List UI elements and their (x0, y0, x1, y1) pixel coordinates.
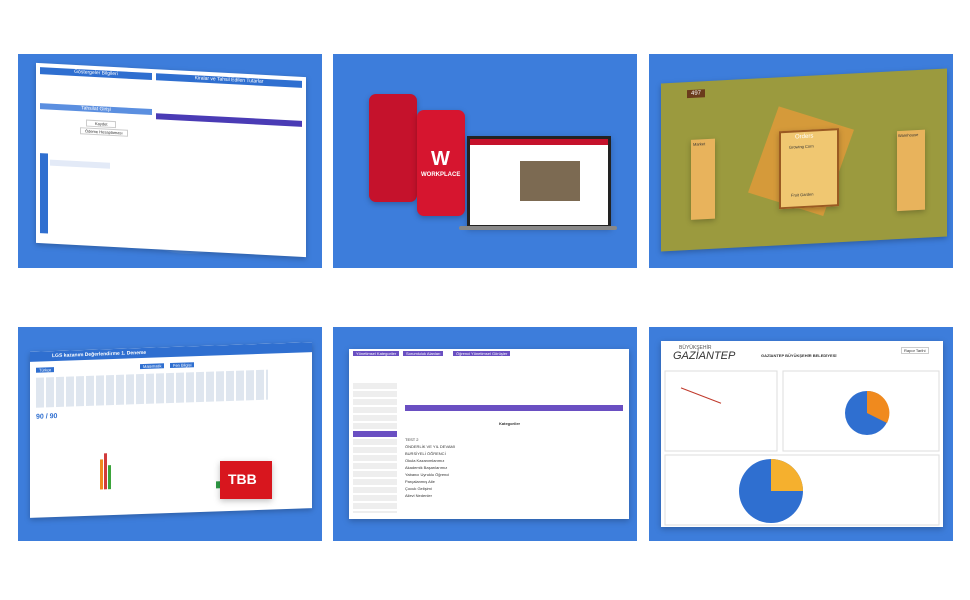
categories-heading: Kategoriler (499, 421, 521, 426)
phone-back (369, 94, 417, 202)
list-item[interactable]: Ailevi Nedenler (405, 493, 615, 500)
tab-admin[interactable]: Yönetimsel Kategoriler (353, 351, 400, 356)
left-list[interactable] (353, 383, 397, 513)
left-title: Göstergeler Bilgileri (40, 67, 152, 81)
growing-label: Growing Corn (789, 143, 814, 150)
tab-math[interactable]: Matematik (140, 363, 165, 370)
laptop-screen (467, 136, 611, 228)
tile-gaziantep-report: BÜYÜKŞEHİR GAZİANTEP GAZİANTEP BÜYÜKŞEHİ… (649, 327, 953, 541)
tbb-logo: TBB (220, 461, 272, 499)
logo-text: TBB (228, 471, 257, 487)
action-bar (405, 405, 623, 411)
bar-b (104, 453, 107, 490)
tab-turkish[interactable]: Türkçe (36, 367, 55, 373)
tab-student-views[interactable]: Öğrenci Yönetimsel Görüşler (453, 351, 511, 356)
highlight-row (50, 159, 110, 169)
report-screen: BÜYÜKŞEHİR GAZİANTEP GAZİANTEP BÜYÜKŞEHİ… (661, 341, 943, 527)
market-panel[interactable]: Market (691, 138, 715, 220)
market-label: Market (693, 141, 706, 147)
list-item[interactable]: Akademik Başarılarımız (405, 465, 615, 472)
laptop-base (459, 226, 617, 230)
game-screen: 497 Orders Growing Corn Fruit Garden Mar… (661, 68, 947, 252)
orders-title: Orders (795, 133, 814, 141)
tile-workplace: W WORKPLACE (333, 54, 637, 268)
section-title: Tahsilat Girişi (40, 103, 152, 116)
bar-a (100, 459, 103, 490)
line-chart (664, 370, 940, 526)
coin-counter: 497 (687, 89, 706, 99)
list-item[interactable]: Yabancı Uyruklu Öğrenci (405, 472, 615, 479)
score: 90 / 90 (36, 412, 58, 421)
tab-science[interactable]: Fen Bilgisi (170, 362, 195, 369)
list-item[interactable]: ÖNDERLİK VE YIL DEVAMI (405, 444, 615, 451)
tile-farm-game: 497 Orders Growing Corn Fruit Garden Mar… (649, 54, 953, 268)
warehouse-panel[interactable]: Warehouse (897, 129, 925, 212)
list-item[interactable]: TEST 2 (405, 437, 615, 444)
bar-c (108, 465, 111, 490)
screen: Göstergeler Bilgileri Kiralar ve Tahsil … (36, 62, 306, 258)
admin-screen: Yönetimsel Kategoriler Sorumluluk Alanla… (349, 349, 629, 519)
category-list: TEST 2 ÖNDERLİK VE YIL DEVAMI BURSİYELİ … (405, 437, 615, 500)
selected-left-item[interactable] (353, 431, 397, 437)
tile-rental-app: Göstergeler Bilgileri Kiralar ve Tahsil … (18, 54, 322, 268)
payment-button[interactable]: Ödeme Hesaplaması (80, 127, 128, 137)
city-photo (520, 161, 580, 201)
left-action-column[interactable] (40, 153, 48, 234)
orders-panel: Orders Growing Corn Fruit Garden (779, 128, 839, 210)
tile-admin-categories: Yönetimsel Kategoriler Sorumluluk Alanla… (333, 327, 637, 541)
question-grid[interactable] (36, 369, 268, 408)
fruit-label: Fruit Garden (791, 191, 814, 198)
list-item[interactable]: Okula Kazanımlarımız (405, 458, 615, 465)
list-item[interactable]: BURSİYELİ ÖĞRENCİ (405, 451, 615, 458)
list-item[interactable]: Parçalanmış Aile (405, 479, 615, 486)
logo-text: WORKPLACE (421, 172, 461, 178)
phone-front: W WORKPLACE (417, 110, 465, 216)
tab-responsibility[interactable]: Sorumluluk Alanları (403, 351, 444, 356)
selected-row[interactable] (156, 113, 302, 127)
logo-letter: W (431, 148, 450, 170)
tile-exam-app: LGS kazanım Değerlendirme 1. Deneme Türk… (18, 327, 322, 541)
list-item[interactable]: Çocuk Gelişimi (405, 486, 615, 493)
warehouse-label: Warehouse (898, 132, 919, 139)
right-title: Kiralar ve Tahsil Edilen Tutarlar (156, 73, 302, 88)
app-header (470, 139, 608, 145)
